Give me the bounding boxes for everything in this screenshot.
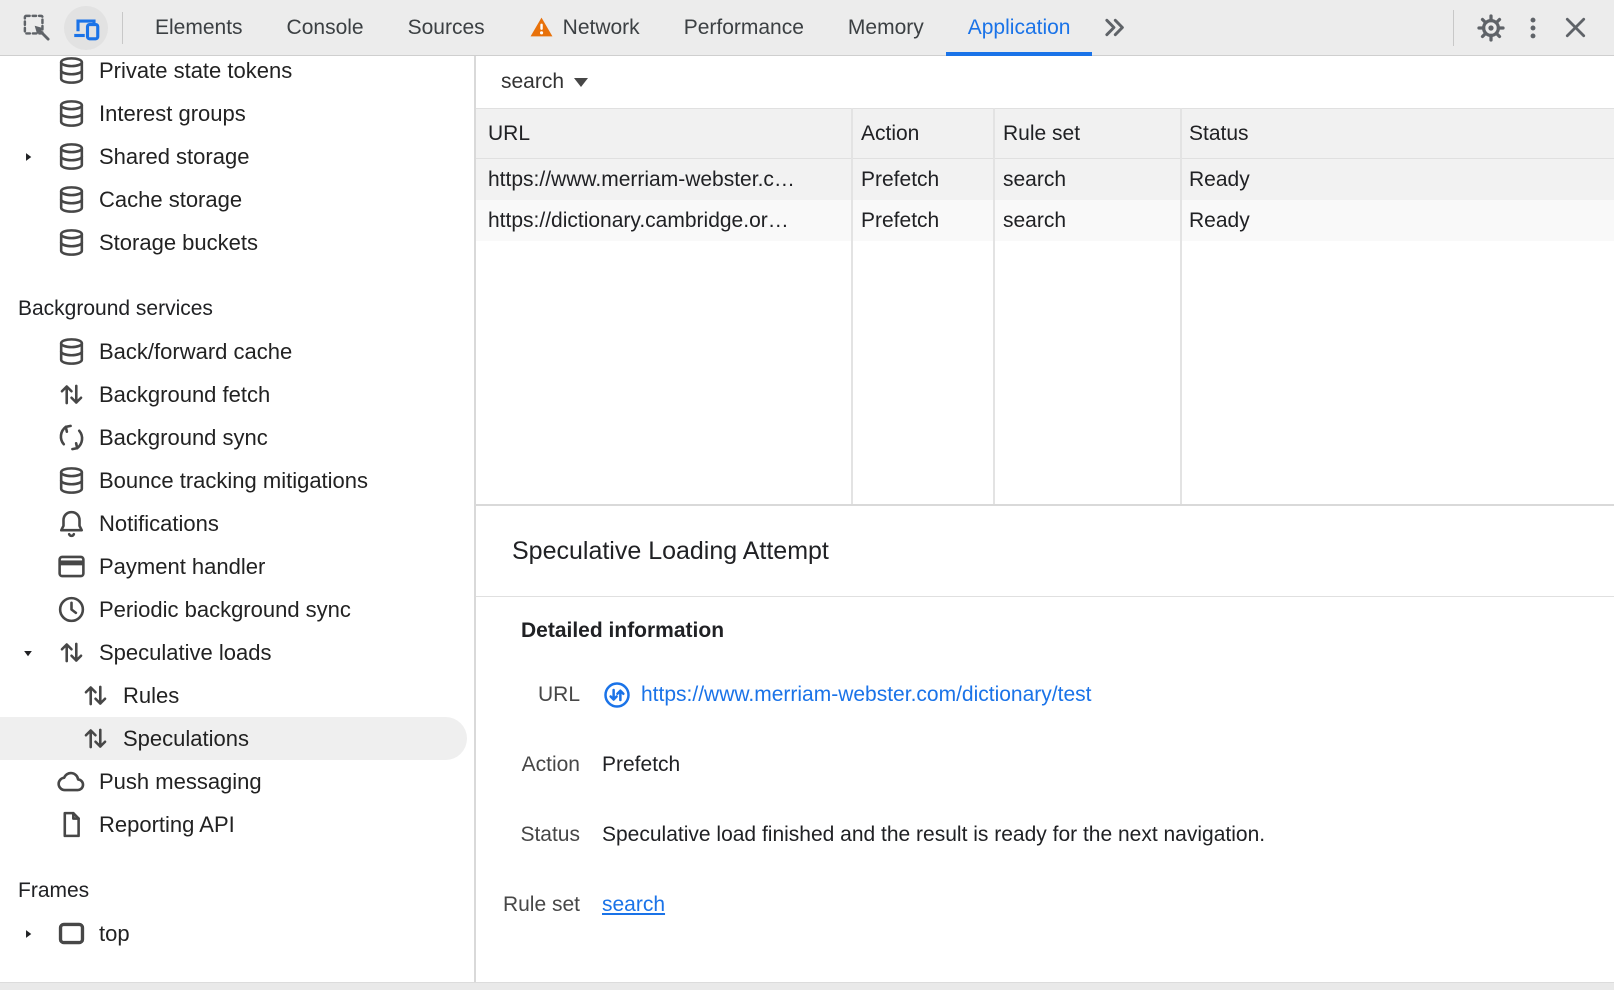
- toolbar-divider: [122, 12, 123, 44]
- sidebar-item-storage-buckets[interactable]: Storage buckets: [0, 221, 474, 264]
- reveal-speculation-icon[interactable]: [602, 680, 632, 710]
- speculation-url-link[interactable]: https://www.merriam-webster.com/dictiona…: [641, 683, 1091, 707]
- bottom-edge-strip: [0, 982, 1614, 990]
- detail-section-title: Speculative Loading Attempt: [476, 506, 1614, 597]
- tab-elements[interactable]: Elements: [133, 0, 265, 56]
- sidebar-item-private-state-tokens[interactable]: Private state tokens: [0, 56, 474, 92]
- sidebar-item-background-sync[interactable]: Background sync: [0, 416, 474, 459]
- speculations-table: URL Action Rule set Status https://www.m…: [476, 108, 1614, 506]
- double-chevron-right-icon: [1101, 14, 1128, 41]
- frame-icon: [56, 918, 87, 949]
- expand-expanded-icon[interactable]: [21, 646, 35, 660]
- column-header-url[interactable]: URL: [476, 122, 851, 146]
- rule-set-filter-dropdown[interactable]: search: [501, 70, 588, 94]
- column-header-status[interactable]: Status: [1180, 122, 1614, 146]
- speculations-filter-bar: search: [476, 56, 1614, 108]
- application-sidebar: Private state tokens Interest groups Sha…: [0, 56, 476, 982]
- sidebar-item-background-fetch[interactable]: Background fetch: [0, 373, 474, 416]
- sidebar-item-bounce-tracking-mitigations[interactable]: Bounce tracking mitigations: [0, 459, 474, 502]
- inspect-element-button[interactable]: [16, 8, 56, 48]
- sidebar-section-background-services: Background services: [0, 287, 474, 330]
- detail-row-action: Action Prefetch: [476, 750, 1614, 780]
- column-divider: [993, 108, 995, 504]
- settings-button[interactable]: [1470, 7, 1512, 49]
- table-row[interactable]: https://www.merriam-webster.c… Prefetch …: [476, 159, 1614, 200]
- column-divider: [1180, 108, 1182, 504]
- warning-triangle-icon: [529, 15, 554, 40]
- chevron-down-icon: [574, 78, 588, 87]
- sidebar-item-shared-storage[interactable]: Shared storage: [0, 135, 474, 178]
- sync-arrows-icon: [56, 422, 87, 453]
- sidebar-item-interest-groups[interactable]: Interest groups: [0, 92, 474, 135]
- payment-card-icon: [56, 551, 87, 582]
- up-down-arrows-icon: [80, 723, 111, 754]
- database-icon: [56, 336, 87, 367]
- sidebar-item-periodic-background-sync[interactable]: Periodic background sync: [0, 588, 474, 631]
- sidebar-item-notifications[interactable]: Notifications: [0, 502, 474, 545]
- sidebar-item-speculative-loads[interactable]: Speculative loads: [0, 631, 474, 674]
- database-icon: [56, 98, 87, 129]
- database-icon: [56, 465, 87, 496]
- up-down-arrows-icon: [56, 379, 87, 410]
- sidebar-item-back-forward-cache[interactable]: Back/forward cache: [0, 330, 474, 373]
- sidebar-item-payment-handler[interactable]: Payment handler: [0, 545, 474, 588]
- table-row[interactable]: https://dictionary.cambridge.or… Prefetc…: [476, 200, 1614, 241]
- toolbar-divider: [1453, 10, 1454, 46]
- sidebar-item-push-messaging[interactable]: Push messaging: [0, 760, 474, 803]
- sidebar-item-rules[interactable]: Rules: [0, 674, 474, 717]
- toggle-device-toolbar-button[interactable]: [64, 6, 108, 50]
- tab-network[interactable]: Network: [507, 0, 662, 56]
- expand-collapsed-icon[interactable]: [21, 927, 35, 941]
- tab-application[interactable]: Application: [946, 0, 1093, 56]
- sidebar-item-top-frame[interactable]: top: [0, 912, 474, 955]
- detail-row-rule-set: Rule set search: [476, 890, 1614, 920]
- column-divider: [851, 108, 853, 504]
- speculations-panel: search URL Action Rule set Status https:…: [476, 56, 1614, 982]
- clock-icon: [56, 594, 87, 625]
- action-label: Action: [476, 753, 580, 777]
- rule-set-link[interactable]: search: [602, 893, 665, 917]
- detailed-information-heading: Detailed information: [521, 619, 1614, 643]
- tab-console[interactable]: Console: [265, 0, 386, 56]
- kebab-menu-icon: [1519, 14, 1547, 42]
- database-icon: [56, 184, 87, 215]
- panel-tabs: Elements Console Sources Network Perform…: [133, 0, 1136, 56]
- tab-memory[interactable]: Memory: [826, 0, 946, 56]
- cloud-icon: [56, 766, 87, 797]
- close-devtools-button[interactable]: [1554, 7, 1596, 49]
- rule-set-label: Rule set: [476, 893, 580, 917]
- database-icon: [56, 141, 87, 172]
- devtools-toolbar: Elements Console Sources Network Perform…: [0, 0, 1614, 56]
- status-label: Status: [476, 823, 580, 847]
- more-tabs-button[interactable]: [1092, 0, 1136, 56]
- action-value: Prefetch: [602, 753, 680, 777]
- expand-collapsed-icon[interactable]: [21, 150, 35, 164]
- sidebar-section-frames: Frames: [0, 869, 474, 912]
- detail-row-status: Status Speculative load finished and the…: [476, 820, 1614, 850]
- up-down-arrows-icon: [56, 637, 87, 668]
- bell-icon: [56, 508, 87, 539]
- sidebar-item-speculations[interactable]: Speculations: [0, 717, 467, 760]
- device-toolbar-icon: [71, 13, 101, 43]
- customize-menu-button[interactable]: [1512, 7, 1554, 49]
- tab-sources[interactable]: Sources: [386, 0, 507, 56]
- detail-section-body: Detailed information URL https://www.mer…: [476, 597, 1614, 920]
- sidebar-item-cache-storage[interactable]: Cache storage: [0, 178, 474, 221]
- tab-performance[interactable]: Performance: [662, 0, 826, 56]
- database-icon: [56, 227, 87, 258]
- column-header-rule-set[interactable]: Rule set: [993, 122, 1180, 146]
- settings-gear-icon: [1476, 13, 1506, 43]
- close-icon: [1561, 13, 1590, 42]
- status-value: Speculative load finished and the result…: [602, 823, 1265, 847]
- sidebar-item-reporting-api[interactable]: Reporting API: [0, 803, 474, 846]
- table-header-row: URL Action Rule set Status: [476, 108, 1614, 159]
- up-down-arrows-icon: [80, 680, 111, 711]
- database-icon: [56, 56, 87, 86]
- url-label: URL: [476, 683, 580, 707]
- column-header-action[interactable]: Action: [851, 122, 993, 146]
- inspect-icon: [21, 12, 52, 43]
- document-icon: [56, 809, 87, 840]
- detail-row-url: URL https://www.merriam-webster.com/dict…: [476, 680, 1614, 710]
